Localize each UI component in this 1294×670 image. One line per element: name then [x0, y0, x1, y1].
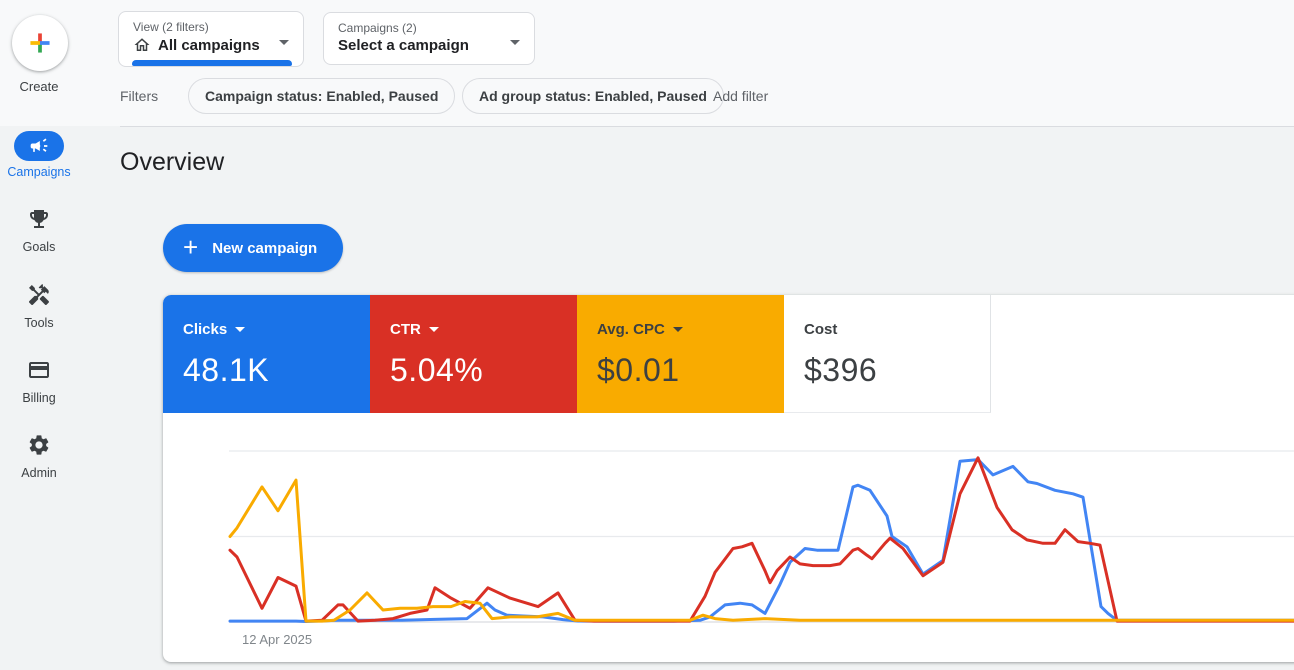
x-axis-start-label: 12 Apr 2025: [242, 632, 312, 647]
view-picker-value: All campaigns: [158, 37, 260, 54]
trophy-icon: [27, 206, 51, 232]
metric-tiles-row: Clicks 48.1K CTR 5.04% Avg. CPC $0.01 Co…: [163, 295, 991, 413]
sidebar-item-label: Billing: [0, 391, 78, 405]
metric-value: 48.1K: [183, 352, 370, 389]
chart-line-clicks: [230, 460, 1294, 622]
sidebar-item-billing[interactable]: Billing: [0, 357, 78, 405]
new-campaign-label: New campaign: [212, 240, 317, 257]
overview-card: Clicks 48.1K CTR 5.04% Avg. CPC $0.01 Co…: [163, 295, 1294, 662]
filter-chip-adgroup-status[interactable]: Ad group status: Enabled, Paused: [462, 78, 724, 114]
sidebar-item-admin[interactable]: Admin: [0, 432, 78, 480]
filter-chip-campaign-status[interactable]: Campaign status: Enabled, Paused: [188, 78, 455, 114]
campaign-picker-value: Select a campaign: [338, 37, 469, 54]
chevron-down-icon: [279, 40, 289, 45]
create-button[interactable]: [12, 15, 68, 71]
metric-tile[interactable]: Avg. CPC $0.01: [577, 295, 784, 413]
add-filter-button[interactable]: Add filter: [713, 88, 768, 104]
metric-tile[interactable]: Cost $396: [784, 295, 991, 413]
tools-icon: [27, 282, 51, 308]
google-plus-icon: [26, 29, 54, 57]
gear-icon: [27, 432, 51, 458]
sidebar-item-campaigns[interactable]: Campaigns: [0, 131, 78, 179]
chart-line-avg-cpc: [230, 480, 1294, 621]
sidebar-item-label: Campaigns: [0, 165, 78, 179]
new-campaign-button[interactable]: + New campaign: [163, 224, 343, 272]
metric-tile[interactable]: Clicks 48.1K: [163, 295, 370, 413]
metric-label: CTR: [390, 321, 421, 338]
campaign-picker[interactable]: Campaigns (2) Select a campaign: [323, 12, 535, 65]
sidebar-item-goals[interactable]: Goals: [0, 206, 78, 254]
sidebar: Create Campaigns Goals Tools Billing Adm…: [0, 0, 78, 670]
metric-label: Clicks: [183, 321, 227, 338]
sidebar-item-tools[interactable]: Tools: [0, 282, 78, 330]
metric-value: 5.04%: [390, 352, 577, 389]
view-picker[interactable]: View (2 filters) All campaigns: [118, 11, 304, 67]
page-title: Overview: [120, 148, 224, 177]
campaign-picker-caption: Campaigns (2): [338, 21, 534, 35]
home-icon: [133, 36, 151, 54]
chevron-down-icon: [235, 327, 245, 332]
create-label: Create: [0, 79, 78, 94]
header-divider: [120, 126, 1294, 127]
metric-value: $0.01: [597, 352, 784, 389]
metric-tile[interactable]: CTR 5.04%: [370, 295, 577, 413]
active-view-underline: [132, 60, 292, 66]
sidebar-item-label: Admin: [0, 466, 78, 480]
credit-card-icon: [27, 357, 51, 383]
metric-value: $396: [804, 352, 990, 389]
plus-icon: +: [183, 234, 198, 260]
sidebar-item-label: Tools: [0, 316, 78, 330]
view-picker-caption: View (2 filters): [133, 20, 303, 34]
sidebar-item-label: Goals: [0, 240, 78, 254]
chart-line-ctr: [230, 458, 1294, 621]
filters-label: Filters: [120, 88, 158, 104]
chevron-down-icon: [429, 327, 439, 332]
metric-label: Cost: [804, 321, 837, 338]
megaphone-icon: [29, 133, 49, 159]
overview-chart[interactable]: [163, 413, 1294, 662]
chevron-down-icon: [673, 327, 683, 332]
chevron-down-icon: [510, 40, 520, 45]
metric-label: Avg. CPC: [597, 321, 665, 338]
